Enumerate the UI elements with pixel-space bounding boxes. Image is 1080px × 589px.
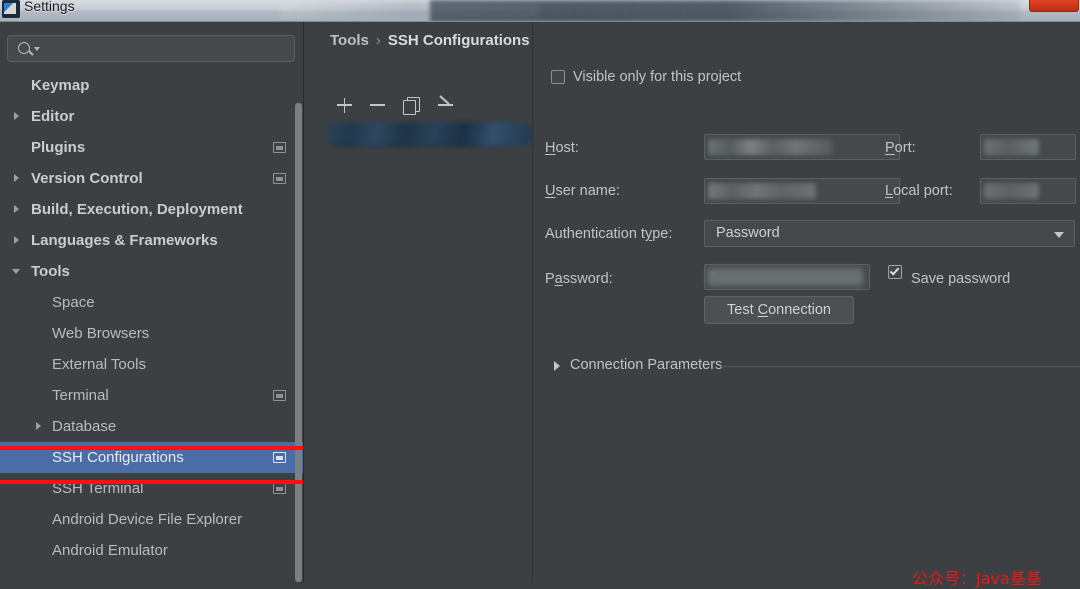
- password-field[interactable]: •: [704, 264, 870, 290]
- breadcrumb: Tools › SSH Configurations: [330, 32, 530, 49]
- password-label: Password:: [545, 271, 613, 287]
- sidebar-item-label: SSH Configurations: [52, 449, 184, 466]
- window-title: Settings: [24, 0, 75, 14]
- breadcrumb-current: SSH Configurations: [387, 32, 530, 49]
- settings-tree: Keymap Editor Plugins Version Control Build,…: [0, 70, 303, 582]
- test-connection-button[interactable]: Test Connection: [704, 296, 854, 324]
- project-scope-icon: [273, 452, 286, 463]
- username-field[interactable]: [704, 178, 900, 204]
- username-value-redacted: [708, 183, 816, 199]
- ssh-config-form: Visible only for this project Host: Port…: [534, 22, 1080, 582]
- sidebar-item-label: Editor: [31, 108, 75, 125]
- sidebar-item-database[interactable]: Database: [0, 411, 303, 442]
- port-field[interactable]: [980, 134, 1076, 160]
- search-icon: [18, 42, 30, 54]
- auth-type-label: Authentication type:: [545, 226, 673, 242]
- sidebar-item-editor[interactable]: Editor: [0, 101, 303, 132]
- username-label: User name:: [545, 183, 620, 199]
- chevron-right-icon[interactable]: [14, 112, 19, 120]
- sidebar-item-version-control[interactable]: Version Control: [0, 163, 303, 194]
- remove-icon[interactable]: [366, 94, 388, 116]
- project-scope-icon: [273, 142, 286, 153]
- project-scope-icon: [273, 483, 286, 494]
- chevron-right-icon[interactable]: [36, 422, 41, 430]
- copy-icon[interactable]: [401, 94, 423, 116]
- auth-type-select[interactable]: Password: [704, 220, 1075, 247]
- chevron-right-icon[interactable]: [14, 174, 19, 182]
- sidebar-item-label: Web Browsers: [52, 325, 150, 342]
- sidebar-item-android-device-file-explorer[interactable]: Android Device File Explorer: [0, 504, 303, 535]
- sidebar-item-label: Android Device File Explorer: [52, 511, 243, 528]
- visible-only-label: Visible only for this project: [573, 69, 742, 85]
- chevron-right-icon: [554, 361, 560, 371]
- sidebar-item-label: Terminal: [52, 387, 109, 404]
- window-titlebar: Settings: [0, 0, 1080, 22]
- settings-sidebar: Keymap Editor Plugins Version Control Build,…: [0, 22, 304, 582]
- local-port-value-redacted: [984, 183, 1039, 199]
- sidebar-scrollbar[interactable]: [295, 103, 302, 582]
- sidebar-item-tools[interactable]: Tools: [0, 256, 303, 287]
- sidebar-item-web-browsers[interactable]: Web Browsers: [0, 318, 303, 349]
- connection-parameters-label: Connection Parameters: [570, 357, 723, 373]
- chevron-down-icon[interactable]: [12, 269, 20, 274]
- sidebar-item-label: Languages & Frameworks: [31, 232, 218, 249]
- host-value-redacted: [708, 139, 833, 155]
- port-value-redacted: [984, 139, 1039, 155]
- sidebar-item-ssh-terminal[interactable]: SSH Terminal: [0, 473, 303, 504]
- sidebar-item-keymap[interactable]: Keymap: [0, 70, 303, 101]
- sidebar-item-label: Keymap: [31, 77, 90, 94]
- sidebar-item-space[interactable]: Space: [0, 287, 303, 318]
- sidebar-item-ssh-configurations[interactable]: SSH Configurations: [0, 442, 303, 473]
- chevron-right-icon[interactable]: [14, 236, 19, 244]
- chevron-down-icon: [34, 47, 40, 51]
- local-port-field[interactable]: [980, 178, 1076, 204]
- sidebar-item-label: Space: [52, 294, 95, 311]
- ssh-config-list-panel: [305, 22, 533, 582]
- auth-type-value: Password: [716, 225, 780, 241]
- sidebar-item-label: Build, Execution, Deployment: [31, 201, 243, 218]
- sidebar-item-label: Database: [52, 418, 117, 435]
- check-icon: [889, 265, 900, 276]
- sidebar-item-plugins[interactable]: Plugins: [0, 132, 303, 163]
- sidebar-item-label: Version Control: [31, 170, 143, 187]
- sidebar-item-build-execution-deployment[interactable]: Build, Execution, Deployment: [0, 194, 303, 225]
- edit-icon[interactable]: [435, 94, 457, 116]
- project-scope-icon: [273, 173, 286, 184]
- watermark-text: 公众号：Java基基: [912, 569, 1042, 588]
- section-divider: [720, 366, 1080, 367]
- sidebar-item-terminal[interactable]: Terminal: [0, 380, 303, 411]
- breadcrumb-separator: ›: [375, 32, 381, 49]
- sidebar-item-label: Plugins: [31, 139, 86, 156]
- breadcrumb-root[interactable]: Tools: [330, 32, 369, 49]
- titlebar-ghost-text: [280, 1, 540, 19]
- port-label: Port:: [885, 140, 916, 156]
- config-list-item[interactable]: [327, 122, 533, 146]
- visible-only-checkbox[interactable]: [551, 70, 565, 84]
- project-scope-icon: [273, 390, 286, 401]
- chevron-right-icon[interactable]: [14, 205, 19, 213]
- add-icon[interactable]: [333, 94, 355, 116]
- save-password-checkbox[interactable]: [888, 265, 902, 279]
- sidebar-item-label: Tools: [31, 263, 70, 280]
- intellij-idea-icon: [2, 0, 20, 18]
- host-label: Host:: [545, 140, 579, 156]
- sidebar-item-external-tools[interactable]: External Tools: [0, 349, 303, 380]
- settings-window: Keymap Editor Plugins Version Control Build,…: [0, 22, 1080, 588]
- save-password-label: Save password: [911, 271, 1011, 287]
- sidebar-item-label: SSH Terminal: [52, 480, 144, 497]
- sidebar-item-android-emulator[interactable]: Android Emulator: [0, 535, 303, 566]
- close-icon[interactable]: [1029, 0, 1079, 12]
- chevron-down-icon: [1054, 232, 1064, 238]
- search-input[interactable]: [7, 35, 295, 62]
- local-port-label: Local port:: [885, 183, 953, 199]
- host-field[interactable]: [704, 134, 900, 160]
- password-value-redacted: [707, 268, 863, 286]
- sidebar-item-languages-frameworks[interactable]: Languages & Frameworks: [0, 225, 303, 256]
- connection-parameters-section[interactable]: Connection Parameters: [552, 357, 1080, 377]
- sidebar-item-label: External Tools: [52, 356, 146, 373]
- sidebar-item-label: Android Emulator: [52, 542, 168, 559]
- search-icon-handle: [28, 50, 34, 56]
